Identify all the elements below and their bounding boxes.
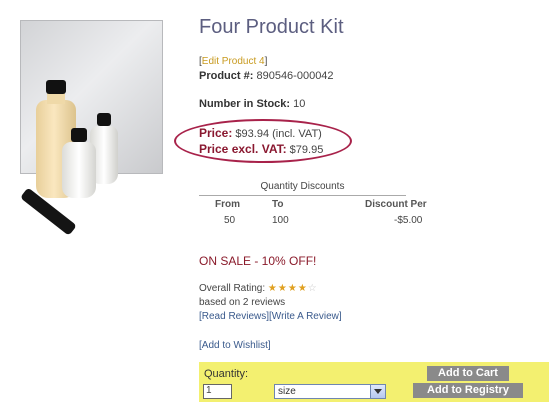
mid-bottle-graphic [62, 128, 96, 198]
product-number-label: Product #: [199, 70, 254, 82]
stock-label: Number in Stock: [199, 98, 291, 110]
quantity-discounts-table: Quantity Discounts From To Discount Per … [199, 181, 436, 231]
cell-to: 100 [272, 215, 289, 226]
cell-from: 50 [224, 215, 236, 226]
price-label: Price: [199, 126, 233, 140]
write-review-link[interactable]: [Write A Review] [269, 311, 342, 322]
stock-count: Number in Stock: 10 [199, 98, 305, 110]
table-header: From To Discount Per [199, 199, 436, 215]
product-number: Product #: 890546-000042 [199, 70, 334, 82]
cell-discount: -$5.00 [394, 215, 423, 226]
overall-rating: Overall Rating: ★★★★☆ [199, 283, 318, 294]
edit-product-line: [Edit Product 4] [199, 56, 268, 67]
size-select-value: size [278, 386, 296, 397]
sale-banner: ON SALE - 10% OFF! [199, 254, 317, 268]
review-links: [Read Reviews][Write A Review] [199, 311, 342, 322]
col-from-header: From [215, 199, 240, 210]
wishlist-line: [Add to Wishlist] [199, 340, 271, 351]
table-row: 50 100 -$5.00 [199, 215, 436, 231]
star-rating-icon: ★★★★☆ [267, 283, 318, 294]
quantity-input[interactable]: 1 [203, 384, 232, 399]
price-excl-value: $79.95 [289, 144, 324, 156]
price-excl-vat: Price excl. VAT: $79.95 [199, 142, 323, 156]
price-excl-label: Price excl. VAT: [199, 142, 287, 156]
quantity-discounts-title: Quantity Discounts [199, 181, 406, 196]
size-select[interactable]: size [274, 384, 386, 399]
col-discount-header: Discount Per [365, 199, 427, 210]
price-incl-vat: Price: $93.94 (incl. VAT) [199, 126, 322, 140]
add-to-cart-button[interactable]: Add to Cart [427, 366, 509, 381]
reviews-count: based on 2 reviews [199, 297, 286, 308]
product-title: Four Product Kit [199, 16, 344, 38]
add-to-registry-button[interactable]: Add to Registry [413, 383, 523, 398]
chevron-down-icon[interactable] [370, 385, 385, 398]
price-value: $93.94 (incl. VAT) [235, 128, 322, 140]
product-image [16, 14, 171, 236]
stock-value: 10 [293, 98, 306, 110]
edit-product-link[interactable]: Edit Product 4 [202, 56, 265, 67]
add-to-cart-bar: Quantity: 1 size Add to Cart Add to Regi… [199, 362, 549, 402]
read-reviews-link[interactable]: [Read Reviews] [199, 311, 269, 322]
add-to-wishlist-link[interactable]: [Add to Wishlist] [199, 340, 271, 351]
product-number-value: 890546-000042 [256, 70, 334, 82]
rating-label: Overall Rating: [199, 283, 266, 294]
quantity-label: Quantity: [204, 368, 249, 380]
col-to-header: To [272, 199, 284, 210]
